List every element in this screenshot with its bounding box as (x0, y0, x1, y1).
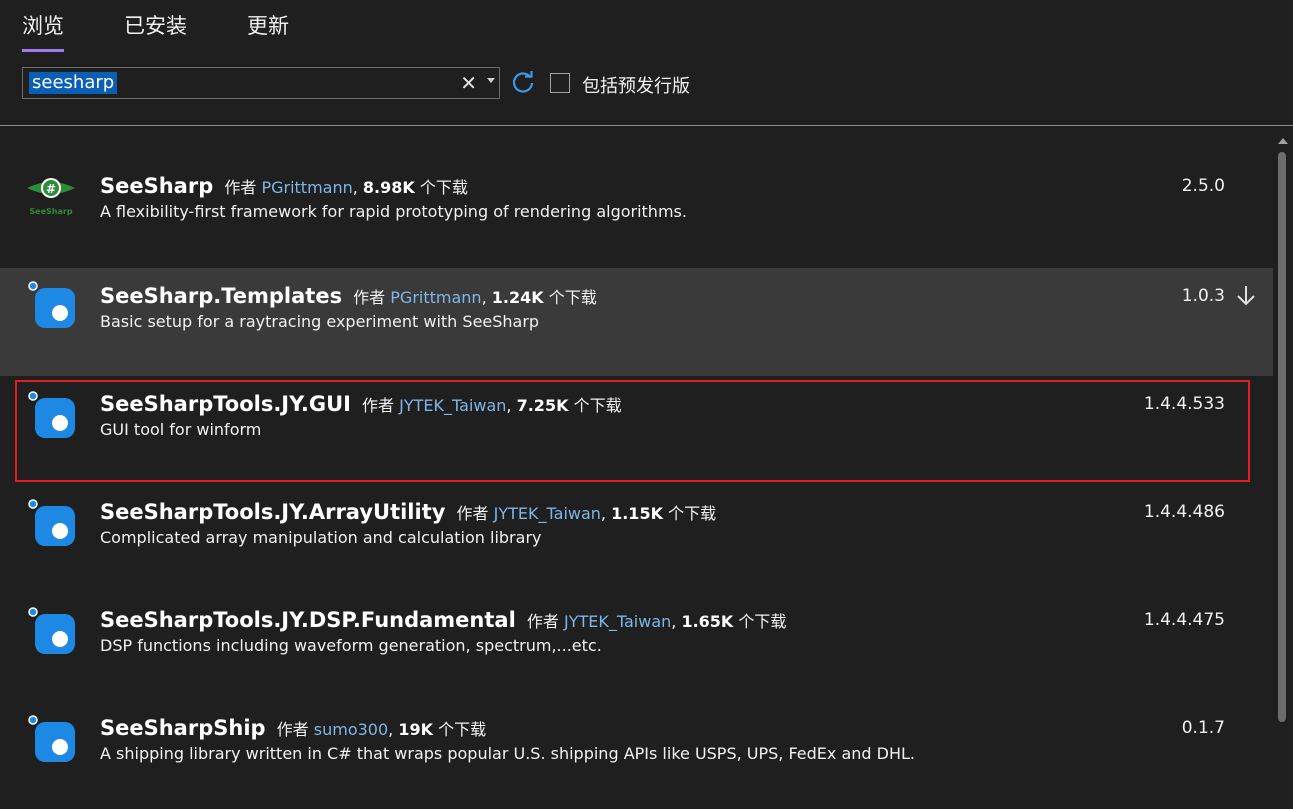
package-row-seesharp[interactable]: # SeeSharp SeeSharp 作者 PGrittmann, 8.98K… (0, 126, 1273, 234)
package-description: A flexibility-first framework for rapid … (100, 202, 687, 221)
prerelease-label: 包括预发行版 (582, 76, 690, 97)
package-row-seesharpship[interactable]: SeeSharpShip 作者 sumo300, 19K 个下载 A shipp… (0, 700, 1273, 808)
download-count: 1.15K (611, 504, 663, 523)
downloads-label: 个下载 (438, 720, 487, 739)
package-icon (28, 607, 75, 654)
package-title: SeeSharpTools.JY.GUI 作者 JYTEK_Taiwan, 7.… (100, 392, 622, 416)
package-version: 2.5.0 (1181, 176, 1225, 196)
package-name[interactable]: SeeSharp.Templates (100, 284, 342, 308)
svg-text:SeeSharp: SeeSharp (29, 207, 72, 216)
package-version: 1.4.4.475 (1143, 610, 1225, 630)
author-link[interactable]: JYTEK_Taiwan (399, 396, 506, 415)
package-description: A shipping library written in C# that wr… (100, 744, 915, 763)
package-list: # SeeSharp SeeSharp 作者 PGrittmann, 8.98K… (0, 126, 1273, 809)
search-value[interactable]: seesharp (29, 72, 118, 94)
download-count: 1.24K (491, 288, 544, 307)
close-icon[interactable]: ✕ (460, 71, 477, 95)
package-icon (28, 391, 75, 438)
package-version: 0.1.7 (1181, 718, 1225, 738)
package-title: SeeSharpShip 作者 sumo300, 19K 个下载 (100, 716, 487, 740)
package-row-seesharp-templates[interactable]: SeeSharp.Templates 作者 PGrittmann, 1.24K … (0, 268, 1273, 376)
author-link[interactable]: PGrittmann (390, 288, 481, 307)
scrollbar[interactable] (1273, 126, 1293, 809)
author-label: 作者 (276, 720, 309, 739)
svg-text:#: # (46, 182, 56, 196)
refresh-icon[interactable] (510, 70, 536, 96)
package-name[interactable]: SeeSharp (100, 174, 213, 198)
package-row-seesharptools-jy-arrayutility[interactable]: SeeSharpTools.JY.ArrayUtility 作者 JYTEK_T… (0, 484, 1273, 592)
prerelease-checkbox[interactable] (550, 73, 570, 93)
download-count: 7.25K (516, 396, 569, 415)
package-name[interactable]: SeeSharpTools.JY.DSP.Fundamental (100, 608, 516, 632)
tab-installed[interactable]: 已安装 (124, 12, 187, 46)
package-description: Basic setup for a raytracing experiment … (100, 312, 540, 331)
author-link[interactable]: JYTEK_Taiwan (494, 504, 601, 523)
download-icon[interactable] (1235, 284, 1257, 308)
downloads-label: 个下载 (668, 504, 717, 523)
package-title: SeeSharp.Templates 作者 PGrittmann, 1.24K … (100, 284, 597, 308)
author-label: 作者 (353, 288, 386, 307)
package-description: Complicated array manipulation and calcu… (100, 528, 542, 547)
tab-browse[interactable]: 浏览 (22, 12, 64, 52)
author-label: 作者 (224, 178, 257, 197)
tab-bar: 浏览 已安装 更新 (22, 12, 349, 52)
package-version: 1.4.4.486 (1143, 502, 1225, 522)
downloads-label: 个下载 (738, 612, 787, 631)
download-count: 8.98K (362, 178, 415, 197)
package-name[interactable]: SeeSharpTools.JY.ArrayUtility (100, 500, 445, 524)
search-input[interactable]: seesharp ✕ (22, 67, 500, 99)
tab-updates[interactable]: 更新 (247, 12, 289, 46)
download-count: 1.65K (681, 612, 734, 631)
package-title: SeeSharpTools.JY.DSP.Fundamental 作者 JYTE… (100, 608, 787, 632)
package-description: GUI tool for winform (100, 420, 262, 439)
package-title: SeeSharp 作者 PGrittmann, 8.98K 个下载 (100, 174, 468, 198)
package-row-seesharptools-jy-gui[interactable]: SeeSharpTools.JY.GUI 作者 JYTEK_Taiwan, 7.… (0, 376, 1273, 484)
package-row-seesharptools-jy-dsp-fundamental[interactable]: SeeSharpTools.JY.DSP.Fundamental 作者 JYTE… (0, 592, 1273, 700)
package-title: SeeSharpTools.JY.ArrayUtility 作者 JYTEK_T… (100, 500, 717, 524)
downloads-label: 个下载 (419, 178, 468, 197)
author-link[interactable]: PGrittmann (261, 178, 352, 197)
package-version: 1.4.4.533 (1143, 394, 1225, 414)
package-description: DSP functions including waveform generat… (100, 636, 602, 655)
package-icon (28, 281, 75, 328)
download-count: 19K (398, 720, 433, 739)
scroll-up-icon[interactable] (1278, 138, 1288, 144)
package-name[interactable]: SeeSharpShip (100, 716, 266, 740)
package-version: 1.0.3 (1181, 286, 1225, 306)
author-label: 作者 (456, 504, 489, 523)
seesharp-logo-icon: # SeeSharp (27, 178, 75, 216)
downloads-label: 个下载 (548, 288, 597, 307)
package-icon (28, 715, 75, 762)
scrollbar-thumb[interactable] (1278, 152, 1286, 722)
package-icon (28, 499, 75, 546)
author-link[interactable]: sumo300 (314, 720, 388, 739)
package-name[interactable]: SeeSharpTools.JY.GUI (100, 392, 351, 416)
chevron-down-icon[interactable] (487, 78, 495, 83)
author-link[interactable]: JYTEK_Taiwan (564, 612, 671, 631)
author-label: 作者 (362, 396, 395, 415)
author-label: 作者 (526, 612, 559, 631)
downloads-label: 个下载 (573, 396, 622, 415)
